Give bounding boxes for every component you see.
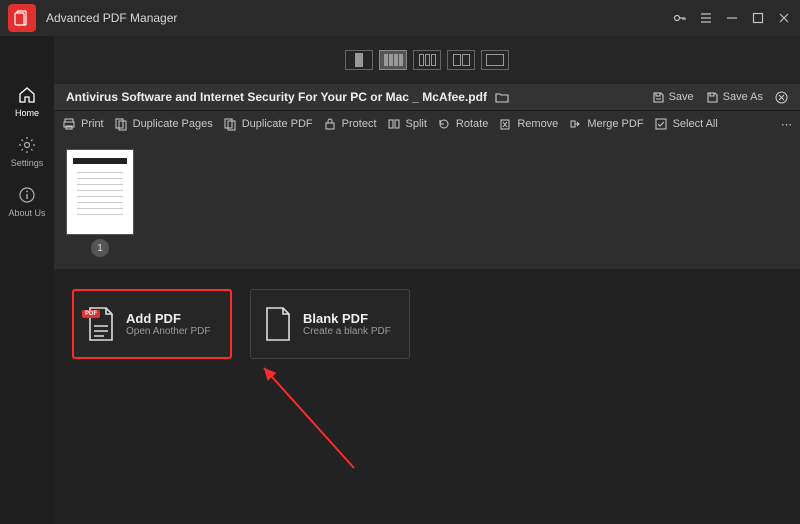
card-title: Blank PDF (303, 311, 391, 326)
duplicate-pages-button[interactable]: Duplicate Pages (114, 117, 213, 131)
save-icon (652, 91, 665, 104)
view-grid-3[interactable] (413, 50, 441, 70)
key-icon[interactable] (672, 10, 688, 26)
sidebar: Home Settings About Us (0, 36, 54, 524)
page-thumbnail[interactable]: 1 (66, 149, 134, 257)
save-as-icon (706, 91, 719, 104)
toolbar-overflow[interactable]: ⋯ (781, 118, 792, 131)
lock-icon (323, 117, 337, 131)
app-logo (8, 4, 36, 32)
card-title: Add PDF (126, 311, 211, 326)
split-button[interactable]: Split (387, 117, 427, 131)
print-icon (62, 117, 76, 131)
thumbnail-strip: 1 (54, 137, 800, 269)
add-pdf-card[interactable]: PDF Add PDF Open Another PDF (72, 289, 232, 359)
titlebar: Advanced PDF Manager (0, 0, 800, 36)
rotate-icon (437, 117, 451, 131)
add-pdf-icon: PDF (86, 306, 116, 342)
sidebar-item-about[interactable]: About Us (8, 186, 45, 218)
toolbar: Print Duplicate Pages Duplicate PDF Prot… (54, 110, 800, 137)
close-button[interactable] (776, 10, 792, 26)
save-button[interactable]: Save (652, 91, 694, 104)
document-header: Antivirus Software and Internet Security… (54, 84, 800, 110)
sidebar-item-home[interactable]: Home (15, 86, 39, 118)
close-document-button[interactable] (775, 91, 788, 104)
save-as-button[interactable]: Save As (706, 91, 763, 104)
card-subtitle: Create a blank PDF (303, 326, 391, 337)
duplicate-pages-icon (114, 117, 128, 131)
view-full[interactable] (481, 50, 509, 70)
split-icon (387, 117, 401, 131)
protect-button[interactable]: Protect (323, 117, 377, 131)
merge-pdf-button[interactable]: Merge PDF (568, 117, 643, 131)
sidebar-item-label: Settings (11, 158, 44, 168)
app-title: Advanced PDF Manager (46, 11, 672, 25)
view-grid-2[interactable] (447, 50, 475, 70)
info-icon (18, 186, 36, 204)
view-switch (54, 36, 800, 84)
close-icon (775, 91, 788, 104)
card-subtitle: Open Another PDF (126, 326, 211, 337)
main: Antivirus Software and Internet Security… (54, 36, 800, 524)
sidebar-item-label: About Us (8, 208, 45, 218)
home-icon (18, 86, 36, 104)
sidebar-item-label: Home (15, 108, 39, 118)
duplicate-pdf-icon (223, 117, 237, 131)
minimize-button[interactable] (724, 10, 740, 26)
document-filename: Antivirus Software and Internet Security… (66, 90, 487, 104)
document-icon (14, 10, 30, 26)
blank-pdf-card[interactable]: Blank PDF Create a blank PDF (250, 289, 410, 359)
rotate-button[interactable]: Rotate (437, 117, 488, 131)
folder-open-icon[interactable] (495, 90, 509, 104)
select-all-button[interactable]: Select All (654, 117, 718, 131)
action-cards: PDF Add PDF Open Another PDF Blank PDF C… (54, 269, 800, 379)
page-preview (66, 149, 134, 235)
blank-pdf-icon (263, 306, 293, 342)
merge-icon (568, 117, 582, 131)
view-grid-4[interactable] (379, 50, 407, 70)
menu-icon[interactable] (698, 10, 714, 26)
sidebar-item-settings[interactable]: Settings (11, 136, 44, 168)
select-all-icon (654, 117, 668, 131)
print-button[interactable]: Print (62, 117, 104, 131)
page-number-badge: 1 (91, 239, 109, 257)
duplicate-pdf-button[interactable]: Duplicate PDF (223, 117, 313, 131)
pdf-badge: PDF (82, 310, 100, 318)
view-single[interactable] (345, 50, 373, 70)
gear-icon (18, 136, 36, 154)
remove-icon (498, 117, 512, 131)
remove-button[interactable]: Remove (498, 117, 558, 131)
maximize-button[interactable] (750, 10, 766, 26)
